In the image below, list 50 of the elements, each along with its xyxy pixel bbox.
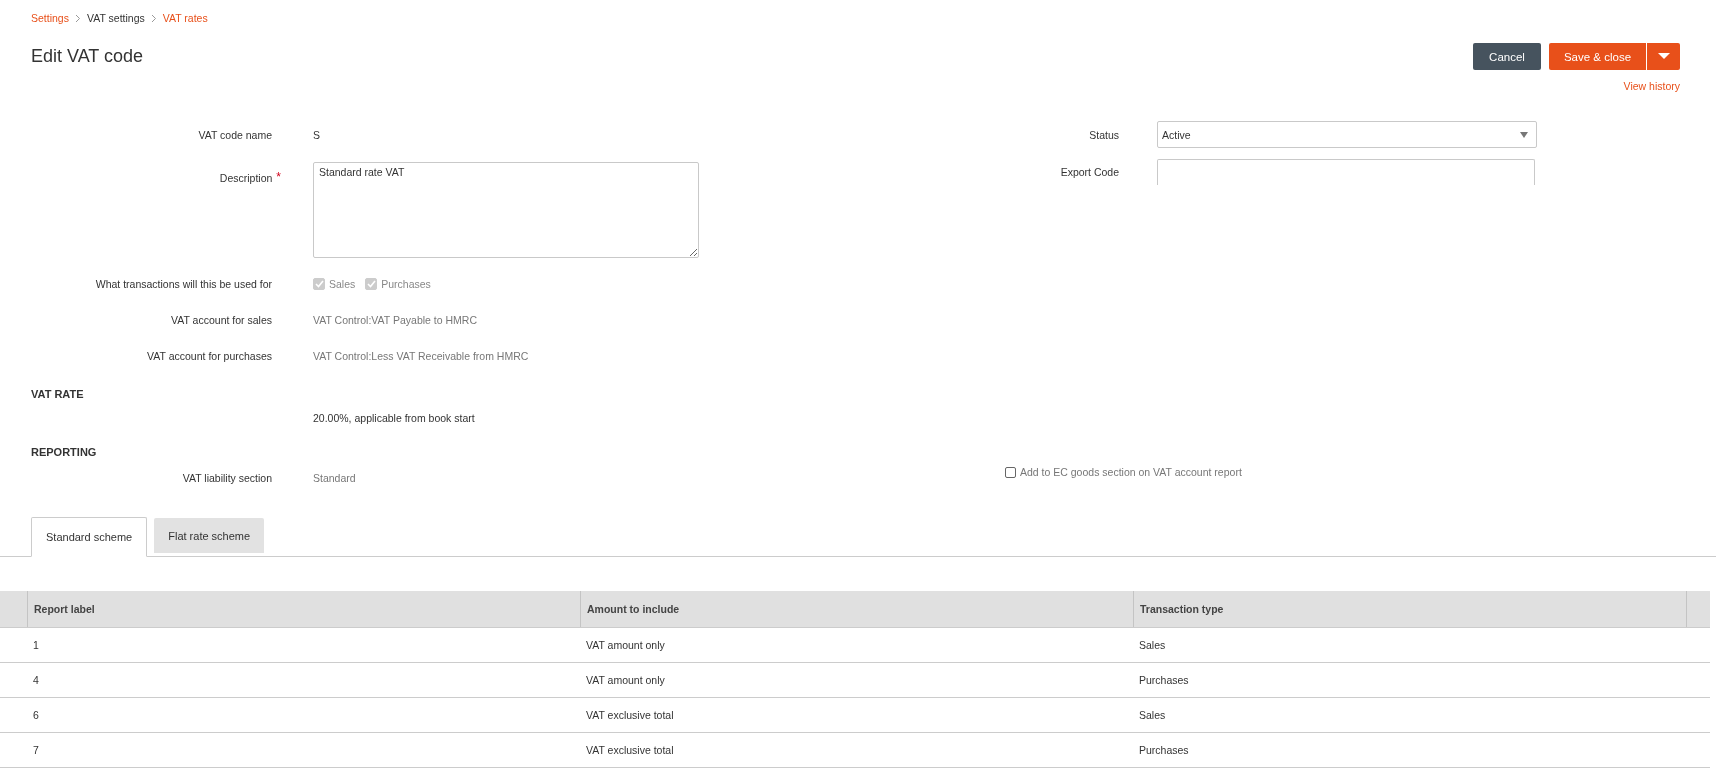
caret-icon bbox=[1657, 53, 1670, 60]
export-code-field[interactable] bbox=[1157, 159, 1535, 185]
field-label: VAT code name bbox=[197, 129, 272, 141]
table-cell-text: VAT amount only bbox=[585, 674, 666, 686]
field-label: VAT account for sales bbox=[170, 314, 272, 326]
checkbox-label: Purchases bbox=[381, 278, 431, 290]
table-cell-text: Purchases bbox=[1138, 674, 1190, 686]
tab[interactable]: Standard scheme bbox=[31, 517, 148, 557]
description-field[interactable]: Standard rate VAT bbox=[313, 162, 699, 258]
tab[interactable]: Flat rate scheme bbox=[154, 518, 265, 553]
field-label: VAT account for purchases bbox=[146, 350, 272, 362]
table-cell-text: Sales bbox=[1138, 639, 1167, 651]
dropdown-button[interactable] bbox=[1647, 43, 1680, 70]
field-value: Standard bbox=[313, 472, 357, 484]
column-header: Report label bbox=[28, 591, 581, 627]
checkbox-label: Sales bbox=[329, 278, 356, 290]
table-cell-text: 7 bbox=[32, 744, 40, 756]
status-dropdown[interactable]: Active bbox=[1157, 121, 1537, 148]
required-mark: * bbox=[276, 172, 281, 184]
table-cell-text: VAT exclusive total bbox=[585, 709, 675, 721]
page-title: Edit VAT code bbox=[31, 46, 144, 68]
checkbox-label: Add to EC goods section on VAT account report bbox=[1020, 466, 1242, 478]
section-heading: VAT RATE bbox=[31, 388, 85, 402]
field-label: Export Code bbox=[1059, 165, 1119, 178]
field-value: S bbox=[313, 129, 320, 141]
table-cell-text: Sales bbox=[1138, 709, 1167, 721]
table-cell-text: 1 bbox=[32, 639, 40, 651]
column-header: Transaction type bbox=[1134, 591, 1687, 627]
breadcrumb-link[interactable]: VAT rates bbox=[162, 12, 208, 24]
table-cell-text: Purchases bbox=[1138, 744, 1190, 756]
field-label: What transactions will this be used for bbox=[94, 278, 272, 290]
column-header: Amount to include bbox=[581, 591, 1134, 627]
view-history-link[interactable]: View history bbox=[1623, 80, 1680, 92]
field-label: Status bbox=[1088, 128, 1119, 141]
breadcrumb-link[interactable]: Settings bbox=[31, 12, 69, 24]
table-cell-text: VAT exclusive total bbox=[585, 744, 675, 756]
table-cell-text: 4 bbox=[32, 674, 40, 686]
cancel-button[interactable]: Cancel bbox=[1473, 43, 1541, 70]
save-button[interactable]: Save & close bbox=[1549, 43, 1647, 70]
section-heading: REPORTING bbox=[31, 446, 98, 460]
checkbox[interactable] bbox=[1005, 466, 1016, 478]
table-cell-text: VAT amount only bbox=[585, 639, 666, 651]
chevron-icon bbox=[150, 13, 157, 23]
chevron-icon bbox=[74, 13, 81, 23]
field-label: Description bbox=[219, 172, 273, 184]
vat-rate-value: 20.00%, applicable from book start bbox=[313, 412, 476, 426]
table-cell-text: 6 bbox=[32, 709, 40, 721]
breadcrumb-link[interactable]: VAT settings bbox=[86, 12, 145, 24]
field-label: VAT liability section bbox=[181, 472, 272, 484]
caret-icon bbox=[1520, 131, 1528, 138]
